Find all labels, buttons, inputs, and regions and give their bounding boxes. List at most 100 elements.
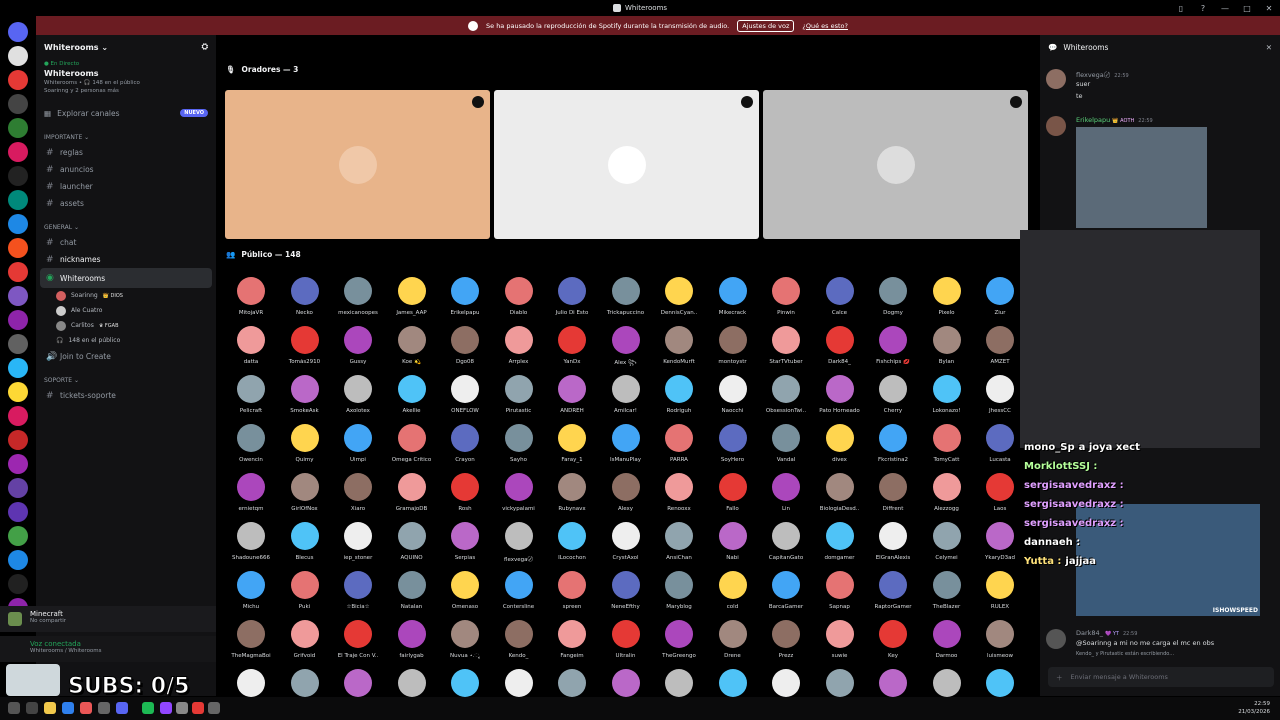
audience-member[interactable]: Nabi <box>706 522 760 571</box>
app-icon[interactable] <box>98 702 110 714</box>
audience-member[interactable]: ElGranAlexis <box>866 522 920 571</box>
audience-member[interactable]: mexicanoopes <box>331 277 385 326</box>
audience-member[interactable]: BarcaGamer <box>759 571 813 620</box>
server-icon[interactable] <box>8 526 28 546</box>
author-name[interactable]: Dark84_ <box>1076 629 1103 637</box>
audience-member[interactable]: iep_stoner <box>331 522 385 571</box>
speaker-tile[interactable] <box>494 90 759 239</box>
channel-nicknames[interactable]: # nicknames <box>40 251 212 268</box>
obs-icon[interactable] <box>176 702 188 714</box>
channel-chat[interactable]: # chat <box>40 234 212 251</box>
audience-member[interactable]: TomyCatt <box>920 424 974 473</box>
channel-reglas[interactable]: # reglas <box>40 144 212 161</box>
start-icon[interactable] <box>8 702 20 714</box>
audience-member[interactable]: Omega Critico <box>385 424 439 473</box>
server-icon[interactable] <box>8 382 28 402</box>
audience-member[interactable]: Gussy <box>331 326 385 375</box>
audience-member[interactable]: DennisCyan.. <box>652 277 706 326</box>
server-icon[interactable] <box>8 262 28 282</box>
speaker-tile[interactable] <box>763 90 1028 239</box>
audience-member[interactable]: flexvega〄 <box>492 522 546 571</box>
what-is-this-link[interactable]: ¿Qué es esto? <box>802 22 848 30</box>
activity-panel[interactable]: Minecraft No compartir <box>0 606 216 632</box>
audience-member[interactable]: Drene <box>706 620 760 669</box>
audience-member[interactable]: domgamer <box>813 522 867 571</box>
audience-member[interactable]: Lucasta <box>973 424 1027 473</box>
audience-member[interactable]: Darmoo <box>920 620 974 669</box>
chat-image-attachment[interactable] <box>1076 127 1207 228</box>
audience-member[interactable]: Rubynavx <box>545 473 599 522</box>
audience-member[interactable]: Celymei <box>920 522 974 571</box>
audience-member[interactable]: AQUINO <box>385 522 439 571</box>
server-icon[interactable] <box>8 358 28 378</box>
audience-member[interactable]: Laos <box>973 473 1027 522</box>
audience-member[interactable]: Tomás2910 <box>278 326 332 375</box>
audience-member[interactable]: CapitanGato <box>759 522 813 571</box>
audience-member[interactable]: SoyHero <box>706 424 760 473</box>
audience-member[interactable]: Omenaso <box>438 571 492 620</box>
audience-member[interactable]: Lokonazo! <box>920 375 974 424</box>
tile-menu-icon[interactable] <box>741 96 753 108</box>
audience-member[interactable]: Pato Horneado <box>813 375 867 424</box>
audience-member[interactable]: Pirutastic <box>492 375 546 424</box>
audience-member[interactable]: Bylan <box>920 326 974 375</box>
audience-member[interactable]: Serpias <box>438 522 492 571</box>
audience-member[interactable]: fairlygab <box>385 620 439 669</box>
audience-member[interactable]: James_AAP <box>385 277 439 326</box>
audience-member[interactable]: Cherry <box>866 375 920 424</box>
avatar[interactable] <box>1046 629 1066 649</box>
audience-member[interactable]: Fishchips 💋 <box>866 326 920 375</box>
discord-taskbar-icon[interactable] <box>116 702 128 714</box>
audience-member[interactable]: Rodriguh <box>652 375 706 424</box>
audience-member[interactable]: Dark84_ <box>813 326 867 375</box>
server-icon[interactable] <box>8 550 28 570</box>
channel-assets[interactable]: # assets <box>40 195 212 212</box>
audience-member[interactable]: YanDx <box>545 326 599 375</box>
audience-member[interactable]: Lin <box>759 473 813 522</box>
twitch-taskbar-icon[interactable] <box>160 702 172 714</box>
channel-launcher[interactable]: # launcher <box>40 178 212 195</box>
audience-member[interactable]: Dogmy <box>866 277 920 326</box>
audience-member[interactable]: divex <box>813 424 867 473</box>
server-icon[interactable] <box>8 118 28 138</box>
audience-member[interactable]: StarTVtuber <box>759 326 813 375</box>
audience-member[interactable]: MitojaVR <box>224 277 278 326</box>
category-soporte[interactable]: SOPORTE ⌄ <box>36 373 216 387</box>
audience-member[interactable]: IsManuPlay <box>599 424 653 473</box>
audience-member[interactable]: Julio Di Esto <box>545 277 599 326</box>
server-icon[interactable] <box>8 334 28 354</box>
audience-member[interactable]: Mikecrack <box>706 277 760 326</box>
audience-member[interactable]: Vandal <box>759 424 813 473</box>
audience-member[interactable]: Renooxx <box>652 473 706 522</box>
audience-member[interactable]: luismeow <box>973 620 1027 669</box>
audience-member[interactable]: Michu <box>224 571 278 620</box>
audience-member[interactable]: Xiaro <box>331 473 385 522</box>
audience-member[interactable]: Alex ꧂ <box>599 326 653 375</box>
spotify-taskbar-icon[interactable] <box>142 702 154 714</box>
audience-member[interactable]: Diffrent <box>866 473 920 522</box>
audience-member[interactable]: Grifvoid <box>278 620 332 669</box>
author-name[interactable]: Erikelpapu <box>1076 116 1110 124</box>
audience-member[interactable]: Akellie <box>385 375 439 424</box>
server-icon[interactable] <box>8 70 28 90</box>
audience-member[interactable]: Puki <box>278 571 332 620</box>
app-icon[interactable] <box>208 702 220 714</box>
audience-member[interactable]: Diablo <box>492 277 546 326</box>
audience-member[interactable]: Quimy <box>278 424 332 473</box>
audience-member[interactable]: Faray_1 <box>545 424 599 473</box>
audience-member[interactable]: Axolotex <box>331 375 385 424</box>
server-icon[interactable] <box>8 166 28 186</box>
audience-member[interactable]: Alezzogg <box>920 473 974 522</box>
audience-member[interactable]: Key <box>866 620 920 669</box>
server-icon[interactable] <box>8 22 28 42</box>
server-header[interactable]: Whiterooms ⌄ ⛭ <box>36 35 216 59</box>
audience-member[interactable]: Sapnap <box>813 571 867 620</box>
voice-connection-panel[interactable]: Voz conectada Whiterooms / Whiterooms <box>0 636 216 662</box>
help-icon[interactable]: ? <box>1192 0 1214 16</box>
audience-member[interactable]: NeneEfthy <box>599 571 653 620</box>
audience-member[interactable]: AMZET <box>973 326 1027 375</box>
audience-member[interactable]: Fallo <box>706 473 760 522</box>
close-icon[interactable]: ✕ <box>1266 43 1272 52</box>
audience-member[interactable]: Crayon <box>438 424 492 473</box>
category-important[interactable]: IMPORTANTE ⌄ <box>36 130 216 144</box>
